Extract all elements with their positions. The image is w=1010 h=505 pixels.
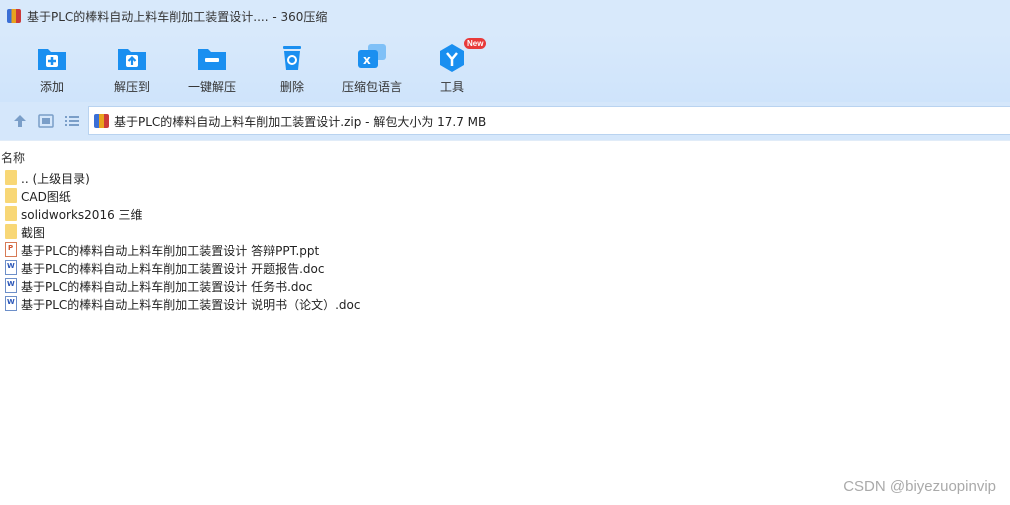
add-folder-icon (38, 49, 66, 70)
recycle-bin-icon (283, 46, 301, 70)
list-item[interactable]: 基于PLC的棒料自动上料车削加工装置设计 答辩PPT.ppt (0, 241, 1010, 259)
archive-path: 基于PLC的棒料自动上料车削加工装置设计.zip - 解包大小为 17.7 MB (114, 115, 487, 129)
folder-icon (5, 206, 17, 221)
list-item[interactable]: 截图 (0, 223, 1010, 241)
item-name: 基于PLC的棒料自动上料车削加工装置设计 说明书（论文）.doc (21, 298, 361, 312)
zip-archive-icon (94, 114, 109, 128)
list-item[interactable]: CAD图纸 (0, 187, 1010, 205)
archive-language-button[interactable]: x 压缩包语言 (332, 40, 412, 98)
language-icon: x (358, 44, 386, 68)
one-click-extract-icon (198, 49, 226, 70)
item-name: 基于PLC的棒料自动上料车削加工装置设计 任务书.doc (21, 280, 313, 294)
extract-folder-icon (118, 49, 146, 70)
window-title: 基于PLC的棒料自动上料车削加工装置设计.... - 360压缩 (27, 10, 328, 24)
archive-language-button-label: 压缩包语言 (341, 80, 402, 94)
list-item[interactable]: 基于PLC的棒料自动上料车削加工装置设计 任务书.doc (0, 277, 1010, 295)
title-bar: 基于PLC的棒料自动上料车削加工装置设计.... - 360压缩 (0, 0, 1010, 32)
new-badge: New (464, 38, 487, 49)
item-name: .. (上级目录) (21, 172, 90, 186)
list-item[interactable]: solidworks2016 三维 (0, 205, 1010, 223)
word-file-icon (5, 296, 17, 311)
one-click-extract-button[interactable]: 一键解压 (172, 40, 252, 98)
tools-icon (440, 44, 464, 72)
list-item[interactable]: .. (上级目录) (0, 169, 1010, 187)
one-click-extract-button-label: 一键解压 (187, 80, 236, 94)
file-list: .. (上级目录) CAD图纸 solidworks2016 三维 截图 基于P… (0, 169, 1010, 313)
address-bar[interactable]: 基于PLC的棒料自动上料车削加工装置设计.zip - 解包大小为 17.7 MB (88, 106, 1010, 135)
item-name: 基于PLC的棒料自动上料车削加工装置设计 答辩PPT.ppt (21, 244, 320, 258)
delete-button-label: 删除 (279, 80, 304, 94)
add-button-label: 添加 (39, 80, 64, 94)
list-item[interactable]: 基于PLC的棒料自动上料车削加工装置设计 说明书（论文）.doc (0, 295, 1010, 313)
up-arrow-icon[interactable] (12, 114, 28, 128)
extract-to-button-label: 解压到 (113, 80, 150, 94)
item-name: solidworks2016 三维 (21, 208, 143, 222)
item-name: CAD图纸 (21, 190, 71, 204)
extract-to-button[interactable]: 解压到 (92, 40, 172, 98)
column-header-label: 名称 (1, 151, 26, 165)
item-name: 截图 (21, 226, 46, 240)
svg-text:x: x (363, 53, 371, 67)
ppt-file-icon (5, 242, 17, 257)
list-view-icon[interactable] (64, 114, 80, 128)
address-row: 基于PLC的棒料自动上料车削加工装置设计.zip - 解包大小为 17.7 MB (0, 102, 1010, 140)
folder-icon (5, 188, 17, 203)
watermark: CSDN @biyezuopinvip (843, 478, 996, 495)
word-file-icon (5, 260, 17, 275)
tools-button-label: 工具 (439, 80, 464, 94)
item-name: 基于PLC的棒料自动上料车削加工装置设计 开题报告.doc (21, 262, 325, 276)
column-header-name[interactable]: 名称 (0, 140, 1010, 169)
tools-button[interactable]: New 工具 (412, 38, 492, 98)
delete-button[interactable]: 删除 (252, 40, 332, 98)
app-logo-icon (7, 9, 21, 23)
toolbar: 添加 解压到 一键解压 删除 x 压缩包语言 New 工具 (0, 32, 1010, 102)
word-file-icon (5, 278, 17, 293)
folder-icon (5, 170, 17, 185)
folder-icon (5, 224, 17, 239)
list-item[interactable]: 基于PLC的棒料自动上料车削加工装置设计 开题报告.doc (0, 259, 1010, 277)
thumbnail-view-icon[interactable] (38, 114, 54, 128)
add-button[interactable]: 添加 (12, 40, 92, 98)
